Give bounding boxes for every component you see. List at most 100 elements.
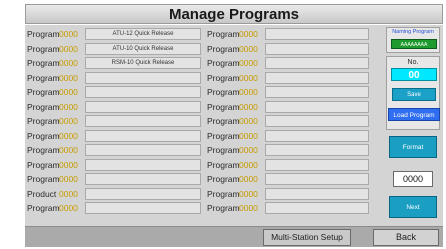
program-row: Program 0000 [27,172,201,187]
program-name-field[interactable] [85,86,201,99]
program-name-field[interactable] [265,71,369,84]
program-row-number: 0000 [239,174,258,185]
page-counter-field[interactable]: 0000 [393,171,433,187]
naming-program-box: Naming Program AAAAAAAA [386,27,440,53]
program-row-number: 0000 [239,159,258,170]
program-row-label: Program [27,203,60,214]
program-row-label: Program [207,29,240,40]
program-row-label: Program [207,43,240,54]
program-name-field[interactable] [85,202,201,215]
program-name-field[interactable] [85,129,201,142]
program-number-box: No. 00 Save Load Program [386,56,440,130]
program-row-number: 0000 [59,29,78,40]
back-button[interactable]: Back [373,229,439,246]
program-name-field[interactable] [265,42,369,55]
program-row-number: 0000 [239,29,258,40]
program-row-number: 0000 [59,116,78,127]
program-row-label: Program [27,145,60,156]
title-bar: Manage Programs [25,4,443,24]
program-name-field[interactable] [85,144,201,157]
program-row-label: Program [27,101,60,112]
program-row-number: 0000 [59,58,78,69]
program-row-number: 0000 [239,130,258,141]
save-button[interactable]: Save [392,88,436,101]
load-program-button[interactable]: Load Program [388,108,440,121]
manage-programs-screen: Manage Programs Program 0000 ATU-12 Quick … [0,0,446,249]
naming-program-label: Naming Program [392,29,434,35]
program-name-field[interactable] [85,187,201,200]
program-row-label: Program [27,159,60,170]
program-row: Program 0000 [27,71,201,86]
program-name-field[interactable] [265,100,369,113]
naming-program-field[interactable]: AAAAAAAA [391,39,437,49]
program-name-field[interactable] [265,158,369,171]
program-row: Program 0000 [207,158,369,173]
program-name-field[interactable] [265,115,369,128]
format-button[interactable]: Format [389,136,437,158]
program-row: Program 0000 [207,143,369,158]
program-row-number: 0000 [59,188,78,199]
program-name-field[interactable] [265,187,369,200]
program-row-number: 0000 [59,145,78,156]
program-row-label: Program [27,72,60,83]
program-list-panel: Program 0000 ATU-12 Quick Release Program 00… [25,25,443,247]
program-row: Program 0000 [207,100,369,115]
program-row-number: 0000 [59,101,78,112]
program-name-field[interactable] [265,86,369,99]
left-program-column: Program 0000 ATU-12 Quick Release Program 00… [27,27,201,216]
program-row-number: 0000 [59,43,78,54]
program-row-number: 0000 [59,87,78,98]
program-row-number: 0000 [239,116,258,127]
program-row-label: Program [207,101,240,112]
program-row-label: Program [27,29,60,40]
program-name-field[interactable] [85,173,201,186]
program-row: Program 0000 [27,114,201,129]
program-row: Program 0000 [207,56,369,71]
program-row: Program 0000 ATU-12 Quick Release [27,27,201,42]
program-name-field[interactable] [265,202,369,215]
program-row-label: Program [207,174,240,185]
program-row-number: 0000 [59,159,78,170]
program-row: Program 0000 [207,27,369,42]
program-row-number: 0000 [239,43,258,54]
program-row-label: Program [207,72,240,83]
program-row-label: Program [27,116,60,127]
program-number-label: No. [407,59,419,66]
program-row: Program 0000 [207,114,369,129]
program-row-label: Program [207,203,240,214]
program-row: Program 0000 [207,42,369,57]
program-name-field[interactable] [85,158,201,171]
program-name-field[interactable] [265,173,369,186]
program-name-field[interactable]: ATU-12 Quick Release [85,28,201,41]
program-name-field[interactable]: RSM-10 Quick Release [85,57,201,70]
multi-station-setup-button[interactable]: Multi-Station Setup [263,229,351,246]
program-row-number: 0000 [239,87,258,98]
program-row: Program 0000 [27,201,201,216]
program-row: Program 0000 [27,129,201,144]
page-title: Manage Programs [168,5,300,23]
program-name-field[interactable] [85,71,201,84]
program-row-label: Program [27,43,60,54]
bottom-bar: Multi-Station Setup Back [25,226,443,247]
program-row-number: 0000 [59,174,78,185]
program-row-label: Program [207,145,240,156]
program-name-field[interactable] [265,144,369,157]
program-row-label: Program [27,130,60,141]
program-row-label: Program [27,87,60,98]
program-row-label: Program [27,58,60,69]
next-button[interactable]: Next [389,196,437,218]
program-row-label: Program [207,188,240,199]
program-name-field[interactable] [85,115,201,128]
program-row-number: 0000 [59,203,78,214]
program-row-number: 0000 [239,72,258,83]
program-name-field[interactable]: ATU-10 Quick Release [85,42,201,55]
program-number-field[interactable]: 00 [391,68,437,81]
program-row-label: Program [27,174,60,185]
program-name-field[interactable] [85,100,201,113]
program-name-field[interactable] [265,57,369,70]
program-name-field[interactable] [265,129,369,142]
program-name-field[interactable] [265,28,369,41]
program-row: Program 0000 [27,85,201,100]
side-panel: Naming Program AAAAAAAA No. 00 Save Load… [385,25,441,247]
program-row: Program 0000 [27,143,201,158]
